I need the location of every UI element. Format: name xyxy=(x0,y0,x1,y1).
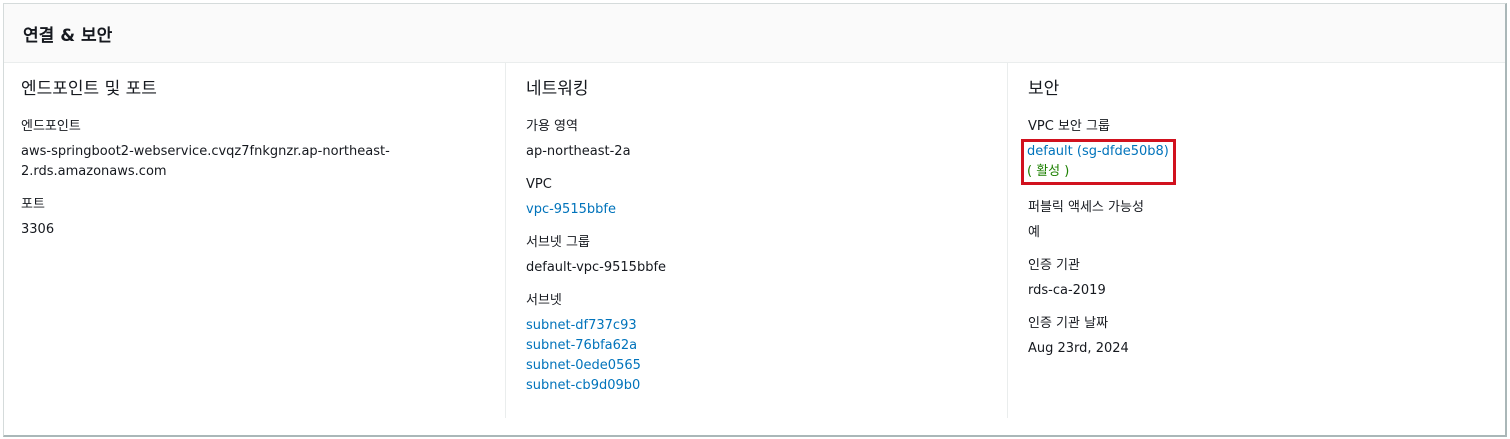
vpc-link[interactable]: vpc-9515bbfe xyxy=(526,200,997,220)
endpoint-value-line2: 2.rds.amazonaws.com xyxy=(21,164,167,179)
public-access-label: 퍼블릭 액세스 가능성 xyxy=(1028,200,1144,215)
security-group-status: ( 활성 ) xyxy=(1027,164,1070,179)
certificate-authority-label: 인증 기관 xyxy=(1028,258,1080,273)
certificate-date-value: Aug 23rd, 2024 xyxy=(1028,341,1129,356)
security-group-field: VPC 보안 그룹 default (sg-dfde50b8) ( 활성 ) xyxy=(1021,117,1496,185)
vpc-field: VPC vpc-9515bbfe xyxy=(526,175,997,220)
subnets-label: 서브넷 xyxy=(526,293,562,308)
public-access-value: 예 xyxy=(1028,225,1040,240)
subnet-link[interactable]: subnet-0ede0565 xyxy=(526,356,997,376)
subnet-group-field: 서브넷 그룹 default-vpc-9515bbfe xyxy=(526,233,997,278)
subnet-link[interactable]: subnet-df737c93 xyxy=(526,316,997,336)
vpc-label: VPC xyxy=(526,177,552,192)
panel-header: 연결 & 보안 xyxy=(4,4,1505,63)
security-heading: 보안 xyxy=(1028,79,1060,99)
endpoint-value-line1: aws-springboot2-webservice.cvqz7fnkgnzr.… xyxy=(21,144,390,159)
connectivity-security-panel: 연결 & 보안 엔드포인트 및 포트 엔드포인트 aws-springboot2… xyxy=(3,3,1507,437)
certificate-authority-field: 인증 기관 rds-ca-2019 xyxy=(1028,256,1496,301)
endpoint-port-column: 엔드포인트 및 포트 엔드포인트 aws-springboot2-webserv… xyxy=(4,62,504,418)
panel-title: 연결 & 보안 xyxy=(23,26,113,46)
port-field: 포트 3306 xyxy=(21,195,494,240)
availability-zone-value: ap-northeast-2a xyxy=(526,144,631,159)
networking-column: 네트워킹 가용 영역 ap-northeast-2a VPC vpc-9515b… xyxy=(505,62,1007,418)
subnet-group-value: default-vpc-9515bbfe xyxy=(526,260,667,275)
public-access-field: 퍼블릭 액세스 가능성 예 xyxy=(1028,198,1496,243)
port-value: 3306 xyxy=(21,222,55,237)
endpoint-value: aws-springboot2-webservice.cvqz7fnkgnzr.… xyxy=(21,142,494,182)
certificate-date-field: 인증 기관 날짜 Aug 23rd, 2024 xyxy=(1028,314,1496,359)
subnets-list: subnet-df737c93 subnet-76bfa62a subnet-0… xyxy=(526,316,997,396)
security-group-label: VPC 보안 그룹 xyxy=(1028,119,1110,134)
subnet-link[interactable]: subnet-cb9d09b0 xyxy=(526,376,997,396)
subnet-link[interactable]: subnet-76bfa62a xyxy=(526,336,997,356)
security-group-link[interactable]: default (sg-dfde50b8) xyxy=(1027,142,1169,162)
availability-zone-label: 가용 영역 xyxy=(526,119,578,134)
port-label: 포트 xyxy=(21,197,45,212)
endpoint-field: 엔드포인트 aws-springboot2-webservice.cvqz7fn… xyxy=(21,117,494,182)
security-group-highlight-box: default (sg-dfde50b8) ( 활성 ) xyxy=(1021,139,1176,185)
subnet-group-label: 서브넷 그룹 xyxy=(526,235,590,250)
networking-heading: 네트워킹 xyxy=(526,79,589,99)
certificate-date-label: 인증 기관 날짜 xyxy=(1028,316,1109,331)
availability-zone-field: 가용 영역 ap-northeast-2a xyxy=(526,117,997,162)
security-column: 보안 VPC 보안 그룹 default (sg-dfde50b8) ( 활성 … xyxy=(1007,62,1506,418)
certificate-authority-value: rds-ca-2019 xyxy=(1028,283,1106,298)
subnets-field: 서브넷 subnet-df737c93 subnet-76bfa62a subn… xyxy=(526,291,997,396)
endpoint-label: 엔드포인트 xyxy=(21,119,81,134)
endpoint-port-heading: 엔드포인트 및 포트 xyxy=(21,79,157,99)
